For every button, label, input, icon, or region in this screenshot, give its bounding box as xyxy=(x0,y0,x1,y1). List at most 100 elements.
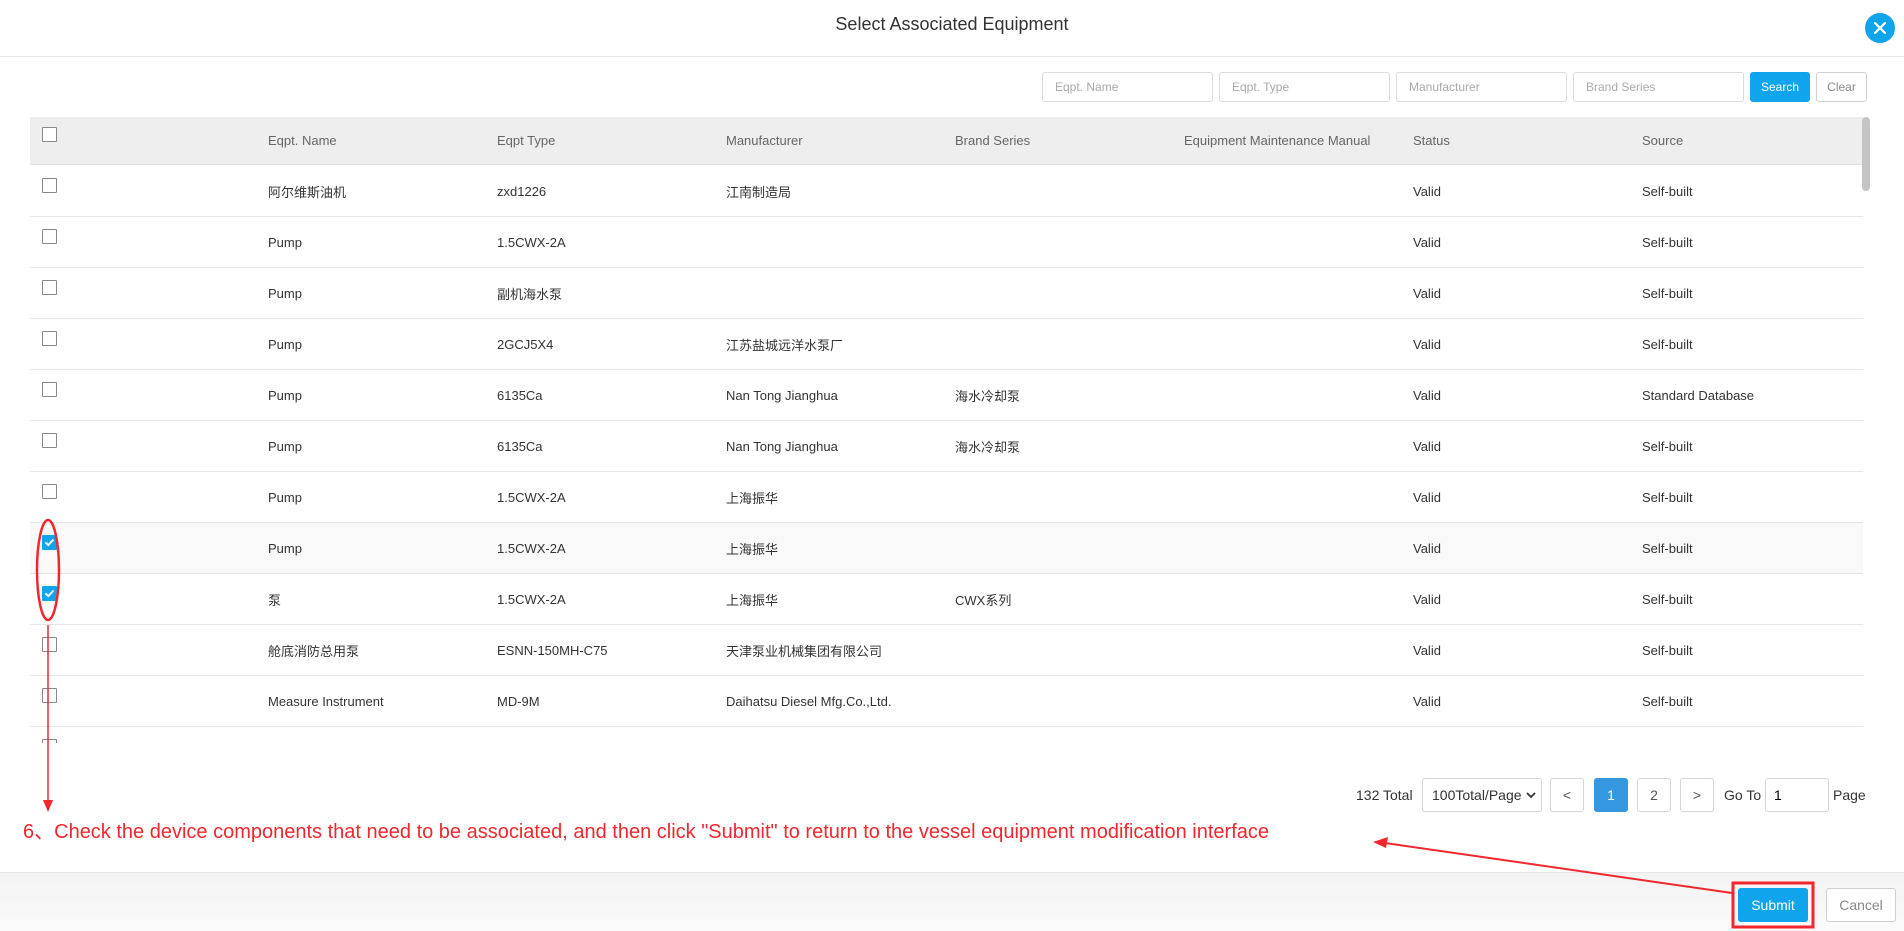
cell-name: Pump xyxy=(268,285,302,301)
submit-button[interactable]: Submit xyxy=(1738,888,1808,922)
cell-brand: 海水冷却泵 xyxy=(955,439,1021,455)
row-checkbox[interactable] xyxy=(42,484,57,499)
table-row[interactable]: Pump 1.5CWX-2A Valid Self-built xyxy=(30,217,1863,268)
row-checkbox[interactable] xyxy=(42,280,57,295)
cell-source: Standard Database xyxy=(1642,387,1755,403)
cell-status: Valid xyxy=(1413,540,1441,556)
cell-name: 阿尔维斯油机 xyxy=(268,184,347,200)
cell-type: 6135Ca xyxy=(497,438,543,454)
row-checkbox[interactable] xyxy=(42,637,57,652)
table-row[interactable]: Pump 6135Ca Nan Tong Jianghua 海水冷却泵 Valid Sta… xyxy=(30,370,1863,421)
dialog-footer xyxy=(0,872,1904,931)
cell-status: Valid xyxy=(1413,489,1441,505)
cell-status: Valid xyxy=(1413,642,1441,658)
page-label: Page xyxy=(1833,787,1866,803)
total-count: 132 Total xyxy=(1356,787,1413,803)
cell-manufacturer: 江苏盐城远洋水泵厂 xyxy=(726,337,844,353)
cell-source: Self-built xyxy=(1642,234,1693,250)
cell-name: Pump xyxy=(268,540,302,556)
cell-type: MD-9M xyxy=(497,693,540,709)
column-header-manufacturer[interactable]: Manufacturer xyxy=(726,117,803,164)
cell-brand: 海水冷却泵 xyxy=(955,388,1021,404)
manufacturer-input[interactable] xyxy=(1396,72,1567,102)
row-checkbox[interactable] xyxy=(42,688,57,703)
check-icon xyxy=(44,538,55,547)
cell-status: Valid xyxy=(1413,387,1441,403)
cell-type: 2GCJ5X4 xyxy=(497,336,554,352)
cell-manufacturer: 天津泵业机械集团有限公司 xyxy=(726,643,883,659)
table-row[interactable]: Measure Instrument MD-9M Daihatsu Diesel M… xyxy=(30,676,1863,727)
row-checkbox[interactable] xyxy=(42,433,57,448)
column-header-source[interactable]: Source xyxy=(1642,117,1683,164)
cell-source: Self-built xyxy=(1642,438,1693,454)
cell-type: 1.5CWX-2A xyxy=(497,234,566,250)
table-row[interactable]: Pump 副机海水泵 Valid Self-built xyxy=(30,268,1863,319)
column-header-maintenance-manual[interactable]: Equipment Maintenance Manual xyxy=(1184,117,1370,164)
clear-button[interactable]: Clear xyxy=(1816,72,1867,102)
eqpt-type-input[interactable] xyxy=(1219,72,1390,102)
cell-manufacturer: Daihatsu Diesel Mfg.Co.,Ltd. xyxy=(726,693,892,709)
next-page-button[interactable]: > xyxy=(1680,778,1714,812)
cell-manufacturer: Nan Tong Jianghua xyxy=(726,387,838,403)
cell-type: 1.5CWX-2A xyxy=(497,591,566,607)
cell-name: Pump xyxy=(268,234,302,250)
cell-manufacturer: 上海振华 xyxy=(726,541,779,557)
cell-type: 6135Ca xyxy=(497,387,543,403)
pagination: 132 Total 100Total/Page < 1 2 > Go To Pa… xyxy=(0,778,1904,812)
table-scrollbar[interactable] xyxy=(1862,117,1870,191)
row-checkbox[interactable] xyxy=(42,331,57,346)
row-checkbox[interactable] xyxy=(42,382,57,397)
dialog-header: Select Associated Equipment xyxy=(0,0,1904,57)
goto-page-input[interactable] xyxy=(1765,778,1829,812)
eqpt-name-input[interactable] xyxy=(1042,72,1213,102)
row-checkbox[interactable] xyxy=(42,229,57,244)
cell-status: Valid xyxy=(1413,183,1441,199)
cell-source: Self-built xyxy=(1642,540,1693,556)
cancel-button[interactable]: Cancel xyxy=(1826,888,1896,922)
cell-type: 1.5CWX-2A xyxy=(497,540,566,556)
cell-name: Measure Instrument xyxy=(268,693,384,709)
search-button[interactable]: Search xyxy=(1750,72,1810,102)
cell-type: 副机海水泵 xyxy=(497,286,563,302)
cell-type: ESNN-150MH-C75 xyxy=(497,642,608,658)
column-header-status[interactable]: Status xyxy=(1413,117,1450,164)
column-header-eqpt-name[interactable]: Eqpt. Name xyxy=(268,117,337,164)
table-row[interactable]: Pump 6135Ca Nan Tong Jianghua 海水冷却泵 Valid Sel… xyxy=(30,421,1863,472)
cell-name: 舱底消防总用泵 xyxy=(268,643,360,659)
table-row[interactable]: Pump 2GCJ5X4 江苏盐城远洋水泵厂 Valid Self-built xyxy=(30,319,1863,370)
cell-type: 1.5CWX-2A xyxy=(497,489,566,505)
cell-source: Self-built xyxy=(1642,285,1693,301)
row-checkbox[interactable] xyxy=(42,586,57,601)
cell-manufacturer: Nan Tong Jianghua xyxy=(726,438,838,454)
goto-label: Go To xyxy=(1724,787,1762,803)
cell-source: Self-built xyxy=(1642,183,1693,199)
brand-series-input[interactable] xyxy=(1573,72,1744,102)
cell-brand: CWX系列 xyxy=(955,592,1012,608)
select-all-checkbox[interactable] xyxy=(42,127,57,142)
table-row[interactable] xyxy=(30,727,1863,743)
table-row[interactable]: 泵 1.5CWX-2A 上海振华 CWX系列 Valid Self-built xyxy=(30,574,1863,625)
row-checkbox[interactable] xyxy=(42,739,57,743)
cell-status: Valid xyxy=(1413,285,1441,301)
table-header: Eqpt. Name Eqpt Type Manufacturer Brand … xyxy=(30,117,1863,165)
cell-source: Self-built xyxy=(1642,489,1693,505)
table-row[interactable]: Pump 1.5CWX-2A 上海振华 Valid Self-built xyxy=(30,472,1863,523)
cell-status: Valid xyxy=(1413,693,1441,709)
row-checkbox[interactable] xyxy=(42,178,57,193)
prev-page-button[interactable]: < xyxy=(1550,778,1584,812)
page-size-select[interactable]: 100Total/Page xyxy=(1422,778,1542,812)
table-row[interactable]: 阿尔维斯油机 zxd1226 江南制造局 Valid Self-built xyxy=(30,166,1863,217)
table-row[interactable]: Pump 1.5CWX-2A 上海振华 Valid Self-built xyxy=(30,523,1863,574)
page-button-1[interactable]: 1 xyxy=(1594,778,1628,812)
page-button-2[interactable]: 2 xyxy=(1637,778,1671,812)
annotation-instruction: 6、Check the device components that need … xyxy=(23,821,1270,843)
cell-manufacturer: 上海振华 xyxy=(726,592,779,608)
cell-status: Valid xyxy=(1413,438,1441,454)
row-checkbox[interactable] xyxy=(42,535,57,550)
close-button[interactable] xyxy=(1865,13,1895,43)
column-header-brand-series[interactable]: Brand Series xyxy=(955,117,1030,164)
cell-status: Valid xyxy=(1413,336,1441,352)
column-header-eqpt-type[interactable]: Eqpt Type xyxy=(497,117,555,164)
table-row[interactable]: 舱底消防总用泵 ESNN-150MH-C75 天津泵业机械集团有限公司 Valid Se… xyxy=(30,625,1863,676)
cell-name: Pump xyxy=(268,336,302,352)
